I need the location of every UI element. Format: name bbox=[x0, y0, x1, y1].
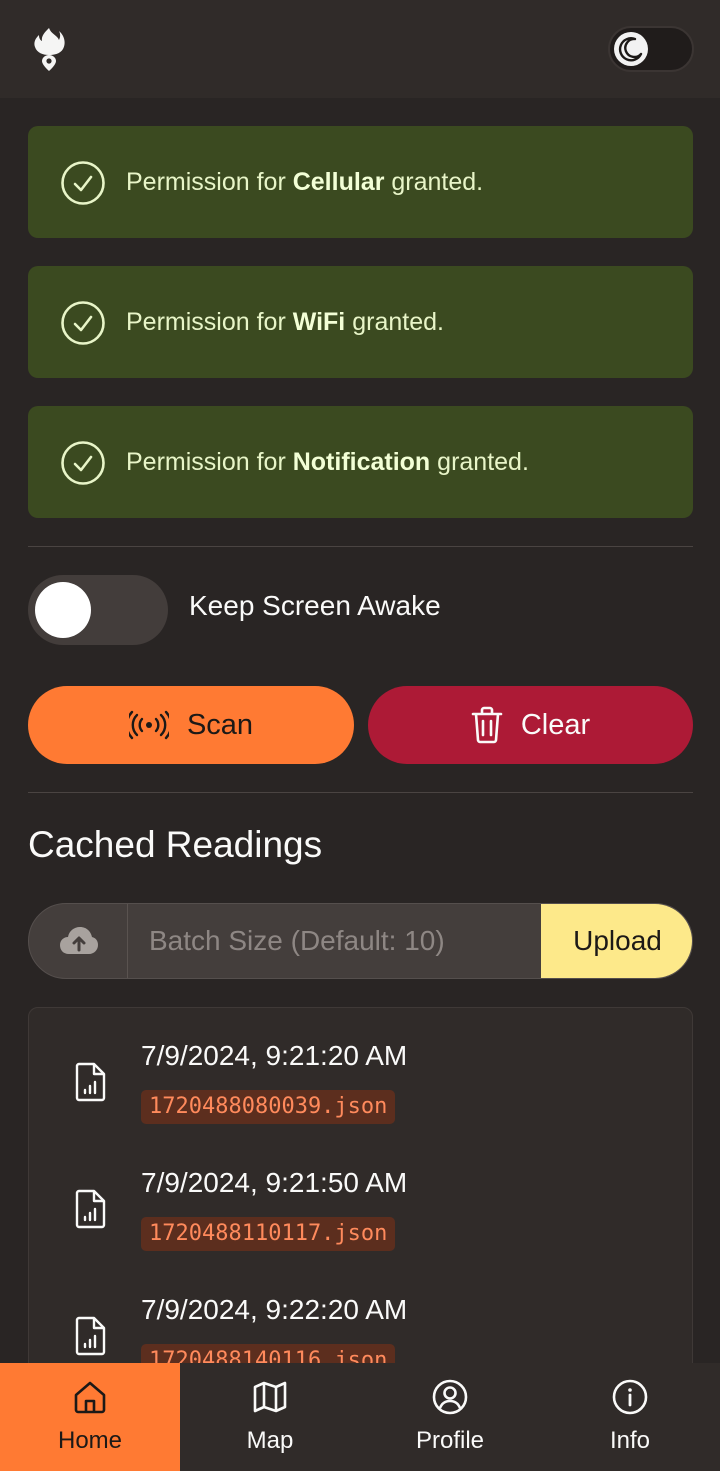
nav-label: Home bbox=[57, 1427, 123, 1454]
clear-button[interactable]: Clear bbox=[368, 686, 693, 764]
alert-message: Permission for Cellular granted. bbox=[126, 168, 484, 196]
nav-label: Map bbox=[246, 1427, 294, 1454]
upload-button[interactable]: Upload bbox=[541, 904, 692, 978]
info-icon bbox=[612, 1379, 648, 1415]
trash-icon bbox=[471, 706, 503, 744]
reading-filename: 1720488110117.json bbox=[141, 1217, 396, 1251]
check-circle-icon bbox=[61, 441, 105, 485]
nav-label: Info bbox=[609, 1427, 651, 1454]
nav-item-info[interactable]: Info bbox=[540, 1363, 720, 1471]
cloud-upload-icon bbox=[60, 927, 98, 954]
broadcast-icon bbox=[128, 710, 169, 740]
reading-timestamp: 7/9/2024, 9:21:20 AM bbox=[141, 1040, 408, 1071]
nav-item-profile[interactable]: Profile bbox=[360, 1363, 540, 1471]
check-circle-icon bbox=[61, 161, 105, 205]
divider bbox=[28, 792, 693, 793]
alert-message: Permission for Notification granted. bbox=[126, 448, 529, 476]
permission-alert-wifi: Permission for WiFi granted. bbox=[28, 266, 693, 378]
flame-pin-icon[interactable] bbox=[30, 26, 68, 72]
map-icon bbox=[253, 1381, 287, 1413]
keep-awake-toggle[interactable] bbox=[28, 575, 168, 645]
check-circle-icon bbox=[61, 301, 105, 345]
permission-alert-cellular: Permission for Cellular granted. bbox=[28, 126, 693, 238]
list-item[interactable]: 7/9/2024, 9:21:50 AM 1720488110117.json bbox=[29, 1135, 692, 1262]
reading-timestamp: 7/9/2024, 9:22:20 AM bbox=[141, 1294, 408, 1325]
nav-item-home[interactable]: Home bbox=[0, 1363, 180, 1471]
moon-icon bbox=[618, 37, 643, 62]
home-icon bbox=[74, 1381, 106, 1414]
alert-message: Permission for WiFi granted. bbox=[126, 308, 444, 336]
scan-label: Scan bbox=[186, 708, 254, 741]
scan-button[interactable]: Scan bbox=[28, 686, 354, 764]
permission-alert-notification: Permission for Notification granted. bbox=[28, 406, 693, 518]
file-chart-icon bbox=[75, 1189, 106, 1229]
batch-size-input[interactable] bbox=[129, 904, 541, 978]
cached-readings-title: Cached Readings bbox=[28, 824, 323, 865]
nav-label: Profile bbox=[415, 1427, 485, 1454]
keep-awake-label: Keep Screen Awake bbox=[189, 590, 441, 621]
toggle-knob bbox=[35, 582, 91, 638]
app-screen: Permission for Cellular granted. Permiss… bbox=[0, 0, 720, 1471]
file-chart-icon bbox=[75, 1316, 106, 1356]
theme-toggle[interactable] bbox=[608, 26, 694, 72]
user-circle-icon bbox=[432, 1379, 468, 1415]
clear-label: Clear bbox=[520, 708, 591, 741]
app-header bbox=[0, 0, 720, 98]
divider bbox=[28, 546, 693, 547]
upload-icon-box bbox=[29, 904, 128, 978]
reading-filename: 1720488080039.json bbox=[141, 1090, 396, 1124]
upload-bar: Upload bbox=[28, 903, 693, 979]
nav-item-map[interactable]: Map bbox=[180, 1363, 360, 1471]
list-item[interactable]: 7/9/2024, 9:21:20 AM 1720488080039.json bbox=[29, 1008, 692, 1135]
reading-timestamp: 7/9/2024, 9:21:50 AM bbox=[141, 1167, 408, 1198]
theme-toggle-knob bbox=[614, 32, 648, 66]
file-chart-icon bbox=[75, 1062, 106, 1102]
bottom-nav: Home Map Profile Info bbox=[0, 1363, 720, 1471]
